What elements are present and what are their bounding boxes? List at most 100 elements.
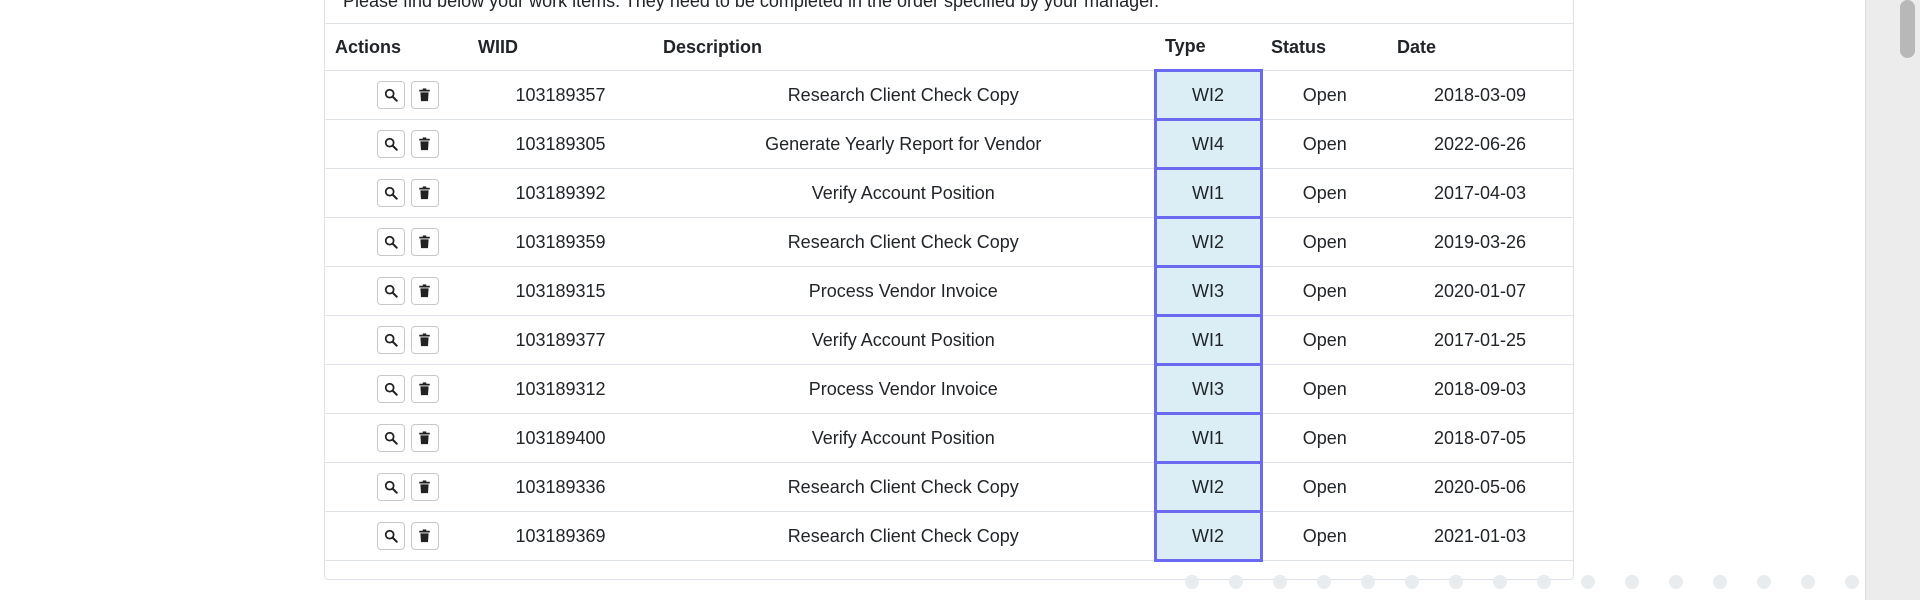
trash-icon [418,284,431,298]
trash-icon [418,382,431,396]
trash-icon [418,333,431,347]
pager-dot[interactable] [1229,575,1243,589]
trash-icon [418,186,431,200]
pager-dot[interactable] [1801,575,1815,589]
cell-status: Open [1261,217,1387,267]
cell-type[interactable]: WI4 [1153,118,1263,170]
pager-dot[interactable] [1493,575,1507,589]
vertical-scrollbar[interactable] [1865,0,1920,600]
pager-dot[interactable] [1757,575,1771,589]
cell-date: 2021-01-03 [1387,511,1573,561]
cell-date: 2018-03-09 [1387,70,1573,120]
pager-dot[interactable] [1845,575,1859,589]
row-actions [325,364,468,414]
cell-date: 2020-05-06 [1387,462,1573,512]
pager-dot[interactable] [1449,575,1463,589]
view-button[interactable] [376,326,405,354]
trash-icon [418,88,431,102]
view-button[interactable] [376,130,405,158]
cell-type[interactable]: WI2 [1153,69,1263,121]
cell-type[interactable]: WI3 [1153,363,1263,415]
trash-icon [418,137,431,151]
search-icon [384,88,398,102]
search-icon [384,431,398,445]
pager-dot[interactable] [1581,575,1595,589]
view-button[interactable] [376,522,405,550]
cell-date: 2020-01-07 [1387,266,1573,316]
work-items-table: Actions WIID Description Type Status Dat… [325,23,1573,562]
pager-dots [1185,575,1859,589]
header-wiid: WIID [468,23,653,71]
row-actions [325,511,468,561]
table-row: 103189315 Process Vendor Invoice WI3 Open 20… [325,265,1573,317]
view-button[interactable] [376,375,405,403]
table-row: 103189392 Verify Account Position WI1 Open 2… [325,167,1573,219]
pager-dot[interactable] [1317,575,1331,589]
delete-button[interactable] [410,228,439,256]
cell-status: Open [1261,266,1387,316]
delete-button[interactable] [410,326,439,354]
search-icon [384,235,398,249]
cell-status: Open [1261,364,1387,414]
cell-type[interactable]: WI2 [1153,510,1263,562]
cell-status: Open [1261,462,1387,512]
delete-button[interactable] [410,130,439,158]
view-button[interactable] [376,473,405,501]
view-button[interactable] [376,228,405,256]
cell-description: Process Vendor Invoice [653,364,1155,414]
search-icon [384,284,398,298]
search-icon [384,529,398,543]
header-actions: Actions [325,23,468,71]
cell-date: 2018-07-05 [1387,413,1573,463]
cell-date: 2022-06-26 [1387,119,1573,169]
search-icon [384,480,398,494]
delete-button[interactable] [410,81,439,109]
cell-status: Open [1261,315,1387,365]
table-row: 103189369 Research Client Check Copy WI2 Op… [325,510,1573,562]
scrollbar-thumb[interactable] [1900,0,1915,58]
delete-button[interactable] [410,277,439,305]
pager-dot[interactable] [1669,575,1683,589]
work-items-table-container: Actions WIID Description Type Status Dat… [325,23,1573,562]
cell-type[interactable]: WI2 [1153,216,1263,268]
pager-dot[interactable] [1537,575,1551,589]
cell-wiid: 103189336 [468,462,653,512]
cell-description: Research Client Check Copy [653,217,1155,267]
delete-button[interactable] [410,375,439,403]
cell-type[interactable]: WI3 [1153,265,1263,317]
view-button[interactable] [376,424,405,452]
pager-dot[interactable] [1361,575,1375,589]
cell-description: Process Vendor Invoice [653,266,1155,316]
pager-dot[interactable] [1273,575,1287,589]
view-button[interactable] [376,81,405,109]
search-icon [384,382,398,396]
cell-date: 2018-09-03 [1387,364,1573,414]
cell-type[interactable]: WI1 [1153,412,1263,464]
table-row: 103189305 Generate Yearly Report for Vend… [325,118,1573,170]
row-actions [325,315,468,365]
delete-button[interactable] [410,424,439,452]
cell-wiid: 103189400 [468,413,653,463]
cell-description: Research Client Check Copy [653,462,1155,512]
cell-wiid: 103189369 [468,511,653,561]
delete-button[interactable] [410,179,439,207]
cell-type[interactable]: WI1 [1153,314,1263,366]
row-actions [325,413,468,463]
view-button[interactable] [376,277,405,305]
pager-dot[interactable] [1185,575,1199,589]
delete-button[interactable] [410,473,439,501]
cell-date: 2019-03-26 [1387,217,1573,267]
cell-type[interactable]: WI2 [1153,461,1263,513]
delete-button[interactable] [410,522,439,550]
pager-dot[interactable] [1625,575,1639,589]
pager-dot[interactable] [1713,575,1727,589]
pager-dot[interactable] [1405,575,1419,589]
table-header-row: Actions WIID Description Type Status Dat… [325,23,1573,71]
cell-date: 2017-01-25 [1387,315,1573,365]
cell-description: Verify Account Position [653,413,1155,463]
cell-wiid: 103189377 [468,315,653,365]
view-button[interactable] [376,179,405,207]
cell-type[interactable]: WI1 [1153,167,1263,219]
table-row: 103189312 Process Vendor Invoice WI3 Open 20… [325,363,1573,415]
header-description: Description [653,23,1155,71]
